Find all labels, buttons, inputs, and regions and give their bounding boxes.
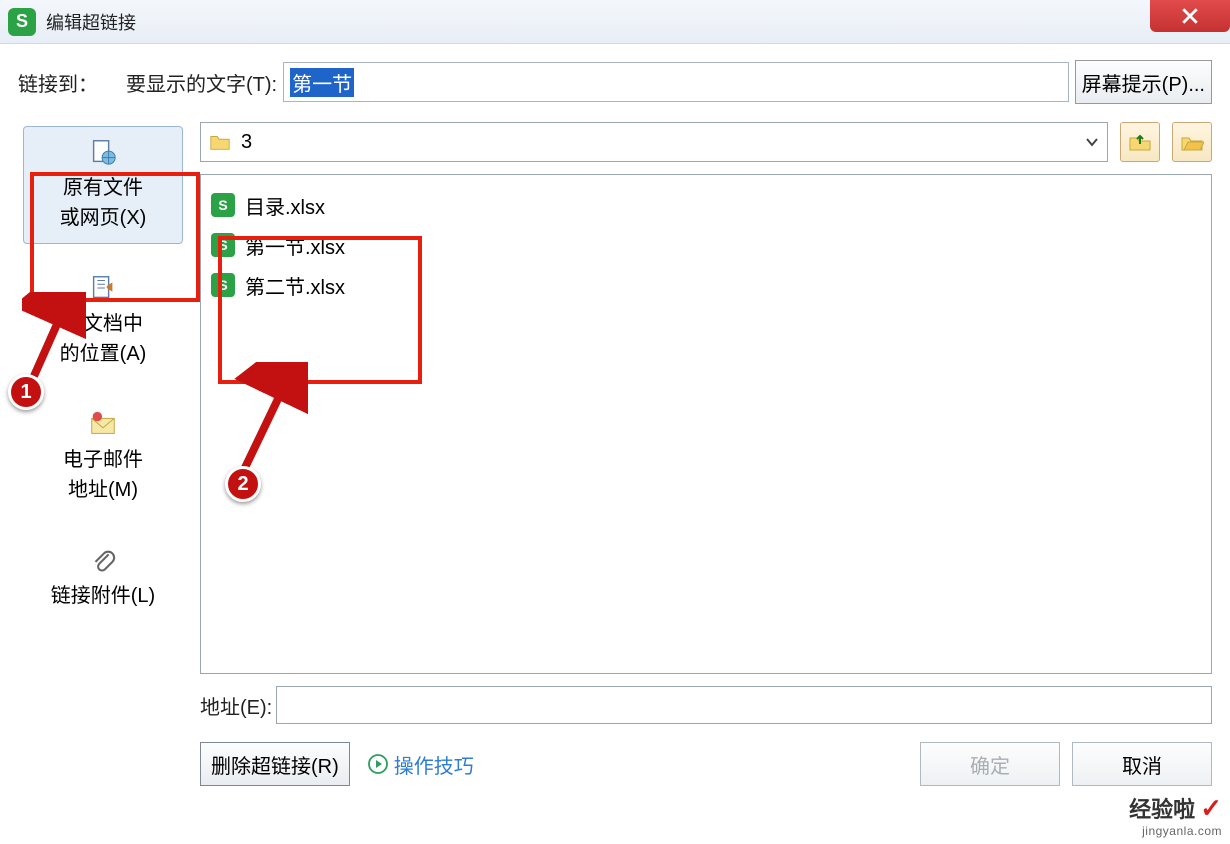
file-name: 目录.xlsx: [245, 191, 325, 220]
xlsx-icon: S: [211, 273, 235, 297]
cancel-label: 取消: [1122, 750, 1162, 779]
sidebar-label-this-doc: 本文档中 的位置(A): [60, 309, 147, 369]
tips-link[interactable]: 操作技巧: [368, 750, 474, 779]
tips-label: 操作技巧: [394, 750, 474, 779]
sidebar-label-existing: 原有文件 或网页(X): [60, 173, 147, 233]
display-text-value: 第一节: [290, 68, 354, 97]
folder-icon: [209, 131, 231, 153]
file-list[interactable]: S 目录.xlsx S 第一节.xlsx S 第二节.xlsx: [200, 174, 1212, 674]
sidebar-item-existing-file[interactable]: 原有文件 或网页(X): [23, 126, 183, 244]
play-circle-icon: [368, 754, 388, 774]
folder-open-button[interactable]: [1172, 122, 1212, 162]
file-item[interactable]: S 第二节.xlsx: [211, 265, 1201, 305]
document-globe-icon: [88, 137, 118, 167]
watermark-url: jingyanla.com: [1129, 824, 1222, 838]
ok-label: 确定: [970, 750, 1010, 779]
chevron-down-icon: [1085, 135, 1099, 149]
file-name: 第一节.xlsx: [245, 231, 345, 260]
folder-dropdown[interactable]: 3: [200, 122, 1108, 162]
cancel-button[interactable]: 取消: [1072, 742, 1212, 786]
folder-open-icon: [1180, 130, 1204, 154]
close-button[interactable]: [1150, 0, 1230, 32]
screentip-label: 屏幕提示(P)...: [1082, 68, 1205, 97]
close-icon: [1181, 7, 1199, 25]
folder-up-button[interactable]: [1120, 122, 1160, 162]
sidebar-label-attachment: 链接附件(L): [51, 581, 155, 611]
titlebar: S 编辑超链接: [0, 0, 1230, 44]
paperclip-icon: [88, 545, 118, 575]
address-label: 地址(E):: [200, 691, 272, 720]
file-item[interactable]: S 第一节.xlsx: [211, 225, 1201, 265]
file-name: 第二节.xlsx: [245, 271, 345, 300]
address-input[interactable]: [276, 686, 1212, 724]
remove-link-label: 删除超链接(R): [211, 756, 339, 778]
sidebar-item-email[interactable]: 电子邮件 地址(M): [23, 398, 183, 516]
document-bookmark-icon: [88, 273, 118, 303]
sidebar-label-email: 电子邮件 地址(M): [63, 445, 143, 505]
xlsx-icon: S: [211, 233, 235, 257]
address-row: 地址(E):: [200, 686, 1212, 724]
window-title: 编辑超链接: [46, 9, 136, 35]
display-text-input[interactable]: 第一节: [283, 62, 1069, 102]
right-pane: 3 S 目录.xlsx S 第一节.xlsx: [200, 122, 1212, 786]
display-text-label: 要显示的文字(T):: [126, 68, 277, 97]
link-to-label: 链接到：: [18, 68, 98, 97]
folder-name: 3: [241, 131, 252, 154]
sidebar: 原有文件 或网页(X) 本文档中 的位置(A) 电子邮件 地址(M) 链接附件(…: [18, 122, 188, 786]
app-icon: S: [8, 8, 36, 36]
remove-hyperlink-button[interactable]: 删除超链接(R): [200, 742, 350, 786]
folder-row: 3: [200, 122, 1212, 162]
folder-up-icon: [1128, 130, 1152, 154]
ok-button[interactable]: 确定: [920, 742, 1060, 786]
top-row: 链接到： 要显示的文字(T): 第一节 屏幕提示(P)...: [18, 60, 1212, 104]
xlsx-icon: S: [211, 193, 235, 217]
sidebar-item-this-document[interactable]: 本文档中 的位置(A): [23, 262, 183, 380]
file-item[interactable]: S 目录.xlsx: [211, 185, 1201, 225]
bottom-row: 删除超链接(R) 操作技巧 确定 取消: [200, 742, 1212, 786]
envelope-icon: [88, 409, 118, 439]
screentip-button[interactable]: 屏幕提示(P)...: [1075, 60, 1212, 104]
sidebar-item-attachment[interactable]: 链接附件(L): [23, 534, 183, 622]
